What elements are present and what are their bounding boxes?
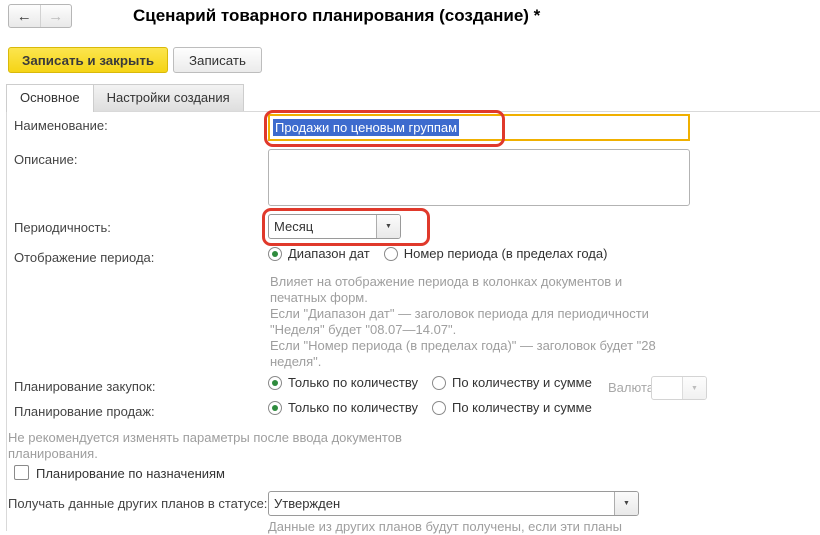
page-title: Сценарий товарного планирования (создани… bbox=[133, 6, 540, 26]
purchase-planning-radio-group: Только по количеству По количеству и сум… bbox=[268, 375, 606, 390]
back-button[interactable]: ← bbox=[9, 5, 40, 27]
parameters-warning-text: Не рекомендуется изменять параметры посл… bbox=[8, 430, 402, 462]
radio-period-number[interactable]: Номер периода (в пределах года) bbox=[384, 246, 608, 261]
name-input[interactable]: Продажи по ценовым группам bbox=[268, 114, 690, 141]
hint-line: Если "Номер периода (в пределах года)" —… bbox=[270, 338, 656, 354]
periodicity-label: Периодичность: bbox=[14, 220, 111, 235]
radio-sales-qty-only-label: Только по количеству bbox=[288, 400, 418, 415]
scenario-form-window: { "header": { "title": "Сценарий товарно… bbox=[0, 0, 820, 531]
radio-date-range[interactable]: Диапазон дат bbox=[268, 246, 370, 261]
sales-planning-radio-group: Только по количеству По количеству и сум… bbox=[268, 400, 606, 415]
save-button[interactable]: Записать bbox=[173, 47, 262, 73]
radio-period-number-label: Номер периода (в пределах года) bbox=[404, 246, 608, 261]
currency-combobox: ▼ bbox=[651, 376, 707, 400]
radio-sales-qty-sum-label: По количеству и сумме bbox=[452, 400, 592, 415]
other-plans-status-dropdown-button[interactable]: ▼ bbox=[614, 492, 638, 515]
dropdown-arrow-icon: ▼ bbox=[385, 223, 392, 230]
periodicity-value: Месяц bbox=[269, 215, 376, 238]
nav-history-buttons: ← → bbox=[8, 4, 72, 28]
description-textarea[interactable] bbox=[268, 149, 690, 206]
radio-purchase-qty-sum-label: По количеству и сумме bbox=[452, 375, 592, 390]
radio-selected-icon bbox=[268, 376, 282, 390]
name-label: Наименование: bbox=[14, 118, 108, 133]
forward-button[interactable]: → bbox=[40, 5, 72, 27]
radio-unselected-icon bbox=[432, 401, 446, 415]
warning-line: Не рекомендуется изменять параметры посл… bbox=[8, 430, 402, 446]
tab-main[interactable]: Основное bbox=[6, 84, 94, 112]
back-arrow-icon: ← bbox=[17, 8, 32, 25]
dropdown-arrow-icon: ▼ bbox=[623, 500, 630, 507]
period-display-radio-group: Диапазон дат Номер периода (в пределах г… bbox=[268, 246, 621, 261]
radio-sales-qty-sum[interactable]: По количеству и сумме bbox=[432, 400, 592, 415]
period-display-hint: Влияет на отображение периода в колонках… bbox=[270, 274, 656, 370]
periodicity-combobox[interactable]: Месяц ▼ bbox=[268, 214, 401, 239]
periodicity-dropdown-button[interactable]: ▼ bbox=[376, 215, 400, 238]
name-input-selected-text: Продажи по ценовым группам bbox=[273, 119, 459, 136]
period-display-label: Отображение периода: bbox=[14, 250, 154, 265]
other-plans-status-label: Получать данные других планов в статусе: bbox=[8, 496, 267, 511]
currency-dropdown-button: ▼ bbox=[682, 377, 706, 399]
other-plans-status-hint: Данные из других планов будут получены, … bbox=[268, 519, 622, 535]
radio-selected-icon bbox=[268, 247, 282, 261]
purchase-planning-label: Планирование закупок: bbox=[14, 379, 155, 394]
save-and-close-button[interactable]: Записать и закрыть bbox=[8, 47, 168, 73]
hint-line: печатных форм. bbox=[270, 290, 656, 306]
dropdown-arrow-icon: ▼ bbox=[691, 385, 698, 392]
tab-creation-settings[interactable]: Настройки создания bbox=[94, 84, 244, 111]
description-label: Описание: bbox=[14, 152, 77, 167]
hint-line: "Неделя" будет "08.07—14.07". bbox=[270, 322, 656, 338]
radio-unselected-icon bbox=[384, 247, 398, 261]
radio-purchase-qty-sum[interactable]: По количеству и сумме bbox=[432, 375, 592, 390]
other-plans-status-value: Утвержден bbox=[269, 492, 614, 515]
radio-unselected-icon bbox=[432, 376, 446, 390]
sales-planning-label: Планирование продаж: bbox=[14, 404, 155, 419]
radio-purchase-qty-only-label: Только по количеству bbox=[288, 375, 418, 390]
hint-line: неделя". bbox=[270, 354, 656, 370]
forward-arrow-icon: → bbox=[48, 8, 63, 25]
hint-line: Данные из других планов будут получены, … bbox=[268, 519, 622, 535]
other-plans-status-combobox[interactable]: Утвержден ▼ bbox=[268, 491, 639, 516]
currency-value bbox=[652, 377, 682, 399]
radio-selected-icon bbox=[268, 401, 282, 415]
purpose-planning-label: Планирование по назначениям bbox=[36, 466, 225, 481]
warning-line: планирования. bbox=[8, 446, 402, 462]
radio-date-range-label: Диапазон дат bbox=[288, 246, 370, 261]
hint-line: Влияет на отображение периода в колонках… bbox=[270, 274, 656, 290]
radio-purchase-qty-only[interactable]: Только по количеству bbox=[268, 375, 418, 390]
hint-line: Если "Диапазон дат" — заголовок периода … bbox=[270, 306, 656, 322]
tab-bar: Основное Настройки создания bbox=[6, 84, 244, 112]
purpose-planning-checkbox[interactable] bbox=[14, 465, 29, 480]
radio-sales-qty-only[interactable]: Только по количеству bbox=[268, 400, 418, 415]
